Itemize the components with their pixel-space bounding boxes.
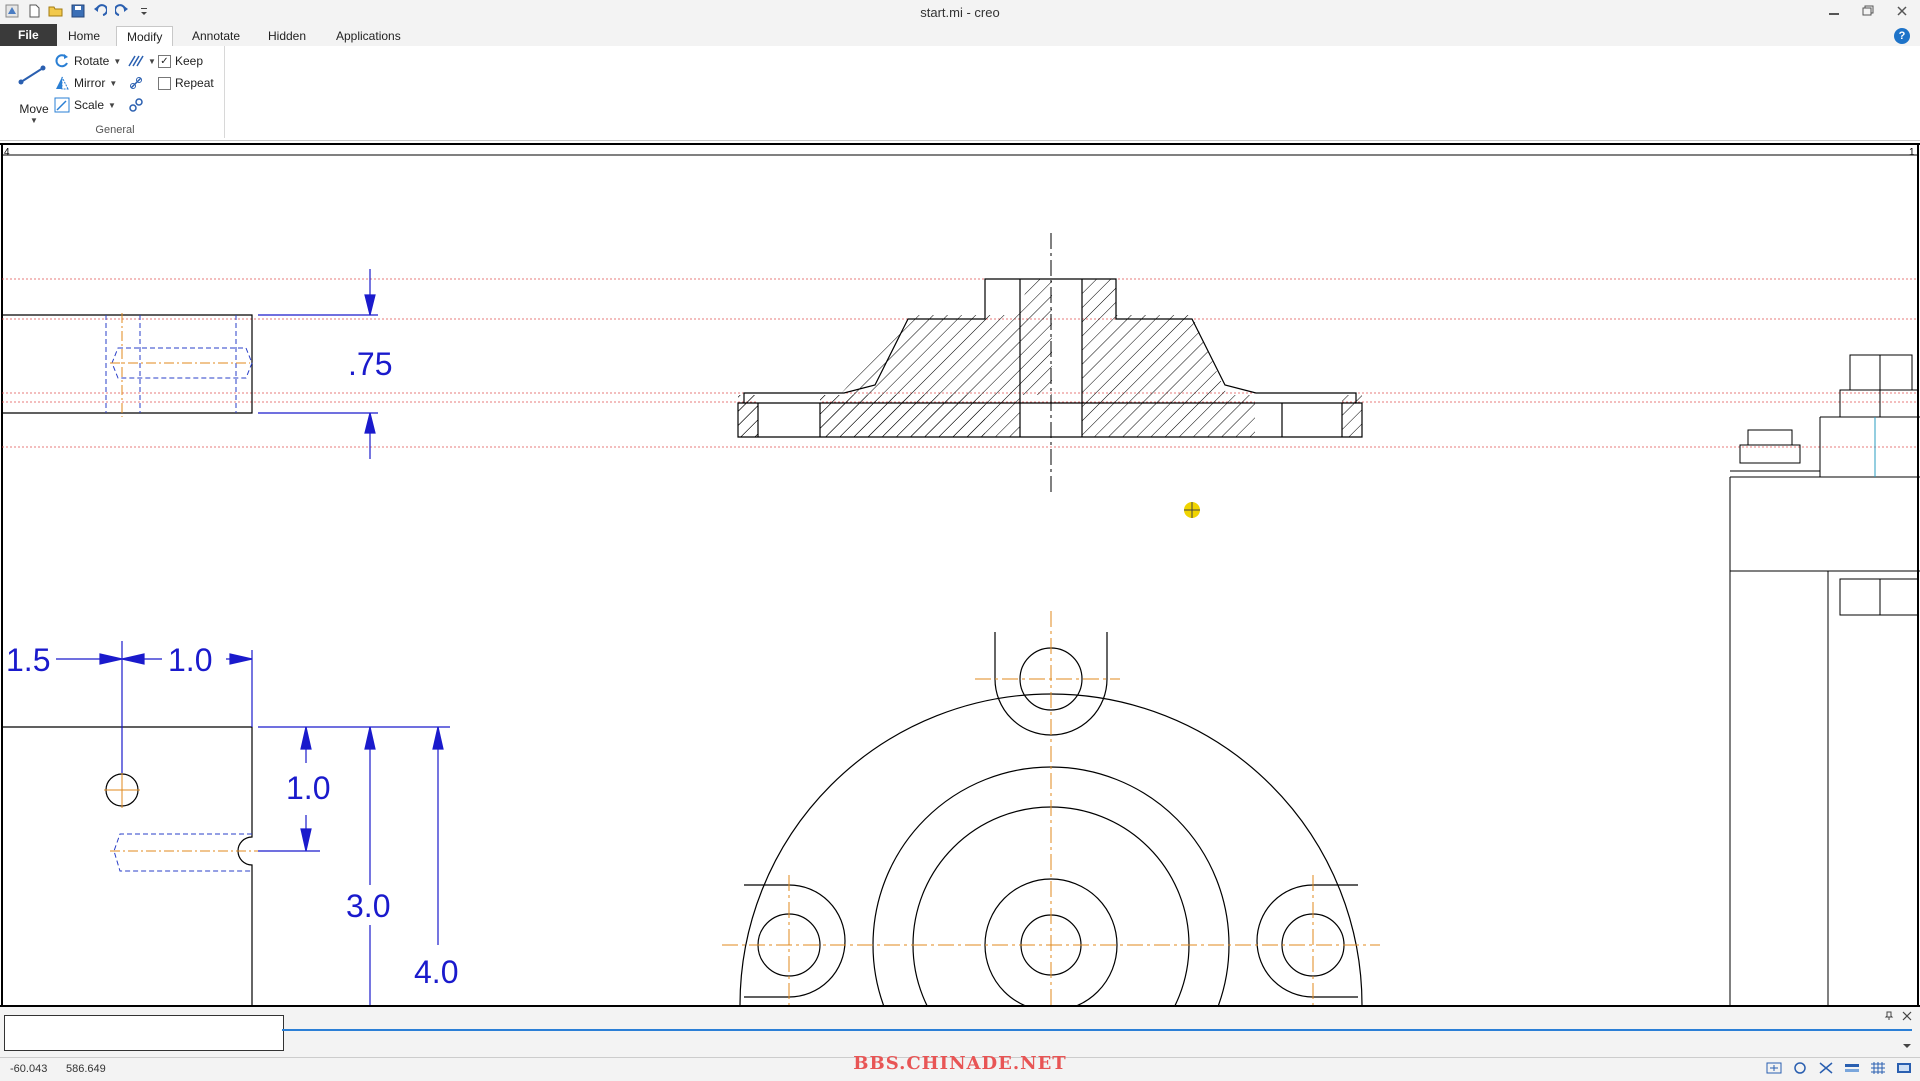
dimension-horizontal[interactable]: [56, 641, 253, 773]
corner-label-left: 4: [4, 147, 10, 158]
undo-icon[interactable]: [92, 3, 108, 19]
move-icon: [18, 65, 46, 85]
keep-label: Keep: [175, 54, 204, 68]
repeat-check-icon: [158, 76, 171, 90]
link-icon: [129, 98, 143, 112]
app-icon[interactable]: [4, 3, 20, 19]
tab-hidden[interactable]: Hidden: [258, 26, 316, 46]
pin-icon[interactable]: [1884, 1011, 1894, 1024]
new-file-icon[interactable]: [26, 3, 42, 19]
title-bar: start.mi - creo: [0, 0, 1920, 24]
rotate-icon: [55, 54, 68, 68]
mirror-chevron-icon: ▼: [109, 78, 118, 88]
quick-access-toolbar: [4, 3, 152, 19]
group-label-general: General: [95, 124, 135, 136]
save-icon[interactable]: [70, 3, 86, 19]
rotate-label: Rotate: [74, 54, 110, 68]
tab-annotate[interactable]: Annotate: [182, 26, 250, 46]
expand-chevron-icon[interactable]: [1902, 1039, 1912, 1053]
close-message-icon[interactable]: [1902, 1011, 1912, 1024]
scale-button[interactable]: Scale ▼: [54, 96, 116, 114]
message-divider: [282, 1029, 1912, 1031]
cursor-crosshair-icon: [1184, 502, 1200, 518]
open-folder-icon[interactable]: [48, 3, 64, 19]
window-title: start.mi - creo: [920, 5, 1000, 20]
scale-icon: [54, 97, 70, 113]
close-button[interactable]: [1890, 2, 1914, 20]
rotate-chevron-icon: ▼: [113, 56, 122, 66]
drawing-canvas[interactable]: 4 1 .75 1.5 1.0 1.0 3.0 4.0: [0, 143, 1920, 1007]
keep-check-icon: ✓: [158, 54, 171, 68]
link-button[interactable]: [128, 96, 144, 114]
dim-text-15[interactable]: 1.5: [6, 642, 50, 678]
left-front-view[interactable]: [2, 726, 310, 1005]
customize-qat-chevron-icon[interactable]: [136, 3, 152, 19]
ribbon-tab-bar: File Home Modify Annotate Hidden Applica…: [0, 24, 1920, 48]
dim-text-10-vertical[interactable]: 1.0: [286, 770, 330, 806]
dim-text-075[interactable]: .75: [348, 346, 392, 382]
dim-text-10-horizontal[interactable]: 1.0: [168, 642, 212, 678]
redo-icon[interactable]: [114, 3, 130, 19]
command-input[interactable]: [4, 1015, 284, 1051]
corner-label-right: 1: [1909, 147, 1915, 158]
hatch-chevron-icon: ▼: [148, 56, 156, 66]
stretch-button[interactable]: [128, 74, 144, 92]
watermark-text: BBS.CHINADE.NET: [853, 1053, 1067, 1074]
repeat-checkbox[interactable]: Repeat: [158, 74, 214, 92]
rotate-button[interactable]: Rotate ▼: [54, 52, 121, 70]
move-label: Move: [19, 102, 49, 116]
repeat-label: Repeat: [175, 76, 214, 90]
ribbon-group-general: Move ▼ Rotate ▼ Mirror ▼ Scale ▼ ▼ ✓ Kee…: [6, 46, 225, 138]
dim-text-40[interactable]: 4.0: [414, 954, 458, 990]
mirror-label: Mirror: [74, 76, 106, 90]
message-area: [0, 1007, 1920, 1057]
right-partial-view[interactable]: [1729, 354, 1920, 1005]
scale-chevron-icon: ▼: [108, 100, 116, 110]
dim-text-30[interactable]: 3.0: [346, 888, 390, 924]
hatch-icon: [128, 55, 144, 67]
left-side-view[interactable]: [2, 313, 253, 417]
hatch-button[interactable]: ▼: [128, 52, 156, 70]
stretch-icon: [130, 77, 142, 89]
help-icon[interactable]: ?: [1894, 28, 1910, 44]
restore-button[interactable]: [1856, 2, 1880, 20]
minimize-button[interactable]: [1822, 2, 1846, 20]
tab-file[interactable]: File: [0, 24, 57, 46]
ribbon: Move ▼ Rotate ▼ Mirror ▼ Scale ▼ ▼ ✓ Kee…: [0, 46, 1920, 141]
move-button[interactable]: Move ▼: [12, 60, 52, 125]
section-view[interactable]: [737, 233, 1363, 493]
tab-home[interactable]: Home: [58, 26, 110, 46]
keep-checkbox[interactable]: ✓ Keep: [158, 52, 203, 70]
mirror-button[interactable]: Mirror ▼: [54, 74, 117, 92]
scale-label: Scale: [74, 98, 105, 112]
tab-modify[interactable]: Modify: [116, 26, 174, 48]
front-view[interactable]: [722, 611, 1380, 1005]
mirror-icon: [56, 76, 69, 90]
tab-applications[interactable]: Applications: [326, 26, 411, 46]
